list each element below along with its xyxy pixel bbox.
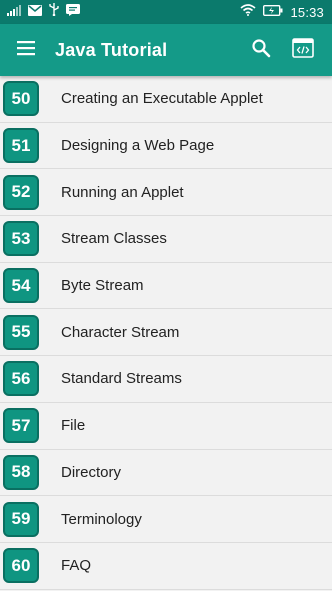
topic-row[interactable]: 55 Character Stream xyxy=(0,309,332,357)
topic-row[interactable]: 60 FAQ xyxy=(0,543,332,590)
topic-title: Terminology xyxy=(61,510,142,528)
status-bar: 15:33 xyxy=(0,0,332,24)
topic-title: Designing a Web Page xyxy=(61,137,215,155)
topic-row[interactable]: 54 Byte Stream xyxy=(0,263,332,310)
topic-number-badge: 58 xyxy=(3,454,39,490)
topic-title: Standard Streams xyxy=(61,370,182,388)
status-system: 15:33 xyxy=(240,3,324,21)
topic-title: Byte Stream xyxy=(61,277,144,295)
code-button[interactable] xyxy=(282,24,324,76)
wifi-icon xyxy=(240,3,256,21)
search-button[interactable] xyxy=(240,24,282,76)
battery-charging-icon xyxy=(263,3,283,21)
topic-row[interactable]: 59 Terminology xyxy=(0,496,332,543)
topic-row[interactable]: 56 Standard Streams xyxy=(0,356,332,403)
topic-number-badge: 59 xyxy=(3,501,39,537)
topic-number-badge: 50 xyxy=(3,81,39,117)
app-bar: Java Tutorial xyxy=(0,24,332,76)
status-time: 15:33 xyxy=(290,4,324,20)
topic-row[interactable]: 57 File xyxy=(0,403,332,450)
topic-number-badge: 54 xyxy=(3,268,39,304)
menu-button[interactable] xyxy=(0,24,52,76)
topic-title: Running an Applet xyxy=(61,183,184,201)
topic-number-badge: 56 xyxy=(3,361,39,397)
topic-row[interactable]: 50 Creating an Executable Applet xyxy=(0,76,332,123)
app-title: Java Tutorial xyxy=(55,39,168,60)
topic-title: Character Stream xyxy=(61,323,180,341)
mail-icon xyxy=(28,3,42,21)
chat-icon xyxy=(66,3,80,21)
topic-title: Directory xyxy=(61,463,122,481)
topic-number-badge: 52 xyxy=(3,174,39,210)
search-icon xyxy=(251,38,271,63)
topic-title: File xyxy=(61,417,86,435)
topic-row[interactable]: 52 Running an Applet xyxy=(0,169,332,217)
topic-number-badge: 53 xyxy=(3,221,39,257)
topic-list[interactable]: 50 Creating an Executable Applet 51 Designi… xyxy=(0,76,332,591)
topic-number-badge: 55 xyxy=(3,314,39,350)
topic-number-badge: 51 xyxy=(3,128,39,164)
code-icon xyxy=(292,37,314,63)
topic-number-badge: 57 xyxy=(3,408,39,444)
status-notifications xyxy=(7,3,80,21)
topic-title: Stream Classes xyxy=(61,230,167,248)
menu-icon xyxy=(16,40,36,61)
signal-icon xyxy=(7,3,21,21)
topic-number-badge: 60 xyxy=(3,548,39,584)
topic-row[interactable]: 53 Stream Classes xyxy=(0,216,332,263)
topic-row[interactable]: 51 Designing a Web Page xyxy=(0,123,332,170)
topic-title: FAQ xyxy=(61,557,92,575)
topic-row[interactable]: 58 Directory xyxy=(0,450,332,497)
topic-title: Creating an Executable Applet xyxy=(61,90,263,108)
usb-icon xyxy=(49,3,59,21)
